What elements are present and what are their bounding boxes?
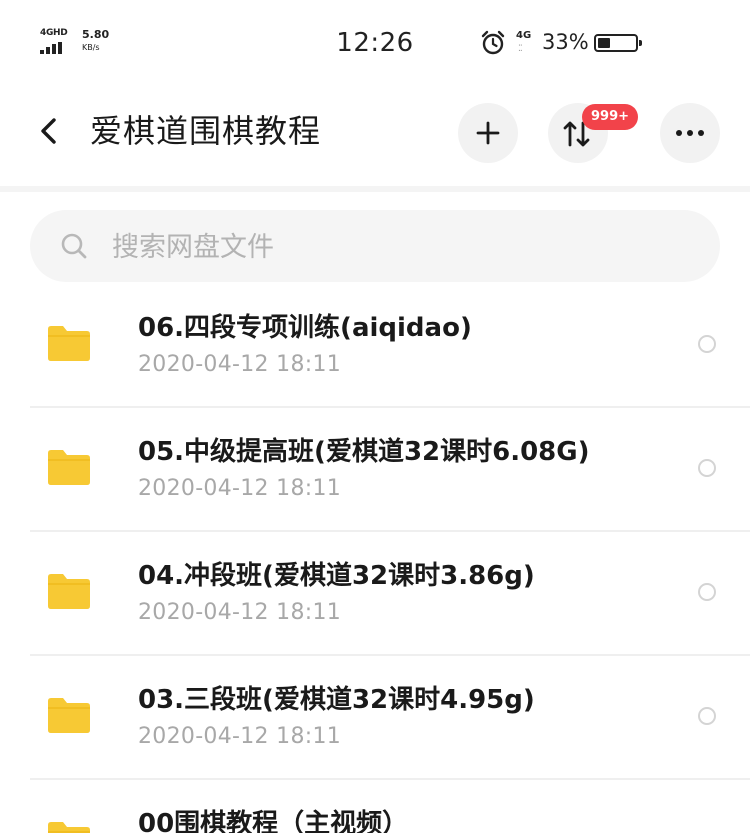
file-name: 06.四段专项训练(aiqidao) [138, 313, 472, 343]
battery-percent: 33% [542, 30, 589, 54]
file-date: 2020-04-12 18:11 [138, 476, 342, 501]
folder-icon [48, 822, 90, 833]
folder-icon [48, 574, 90, 609]
select-checkbox[interactable] [698, 335, 716, 353]
file-name: 00围棋教程（主视频） [138, 809, 409, 833]
search-input[interactable] [110, 226, 694, 268]
file-name: 05.中级提高班(爱棋道32课时6.08G) [138, 437, 590, 467]
folder-icon [48, 450, 90, 485]
file-date: 2020-04-12 18:11 [138, 352, 342, 377]
file-name: 03.三段班(爱棋道32课时4.95g) [138, 685, 535, 715]
cell-signal-icon: ⁚⁚ [518, 44, 523, 54]
add-button[interactable] [458, 103, 518, 163]
back-button[interactable] [30, 106, 70, 156]
file-date: 2020-04-12 18:11 [138, 600, 342, 625]
file-name: 04.冲段班(爱棋道32课时3.86g) [138, 561, 535, 591]
list-item[interactable]: 05.中级提高班(爱棋道32课时6.08G) 2020-04-12 18:11 [0, 408, 750, 532]
battery-icon [594, 34, 642, 52]
list-item[interactable]: 03.三段班(爱棋道32课时4.95g) 2020-04-12 18:11 [0, 656, 750, 780]
battery-fill [598, 38, 610, 48]
list-item[interactable]: 06.四段专项训练(aiqidao) 2020-04-12 18:11 [0, 284, 750, 408]
folder-icon [48, 326, 90, 361]
plus-icon [476, 121, 500, 145]
file-date: 2020-04-12 18:11 [138, 724, 342, 749]
alarm-clock-icon [481, 30, 505, 55]
status-bar: 4GHD 5.80 KB/s 12:26 4G ⁚⁚ 33% [0, 0, 750, 88]
cell-network-label: 4G [516, 30, 532, 41]
more-dots-icon [676, 130, 704, 136]
list-item[interactable]: 00围棋教程（主视频） [0, 780, 750, 833]
select-checkbox[interactable] [698, 583, 716, 601]
page-title: 爱棋道围棋教程 [90, 112, 322, 150]
notification-badge: 999+ [582, 104, 639, 130]
more-button[interactable] [660, 103, 720, 163]
search-bar[interactable] [30, 210, 720, 282]
chevron-left-icon [41, 118, 56, 144]
battery-nub [639, 40, 642, 46]
folder-icon [48, 698, 90, 733]
list-item[interactable]: 04.冲段班(爱棋道32课时3.86g) 2020-04-12 18:11 [0, 532, 750, 656]
select-checkbox[interactable] [698, 459, 716, 477]
header-divider [0, 186, 750, 192]
header-bar: 爱棋道围棋教程 [0, 88, 750, 188]
select-checkbox[interactable] [698, 707, 716, 725]
search-icon [61, 233, 87, 259]
